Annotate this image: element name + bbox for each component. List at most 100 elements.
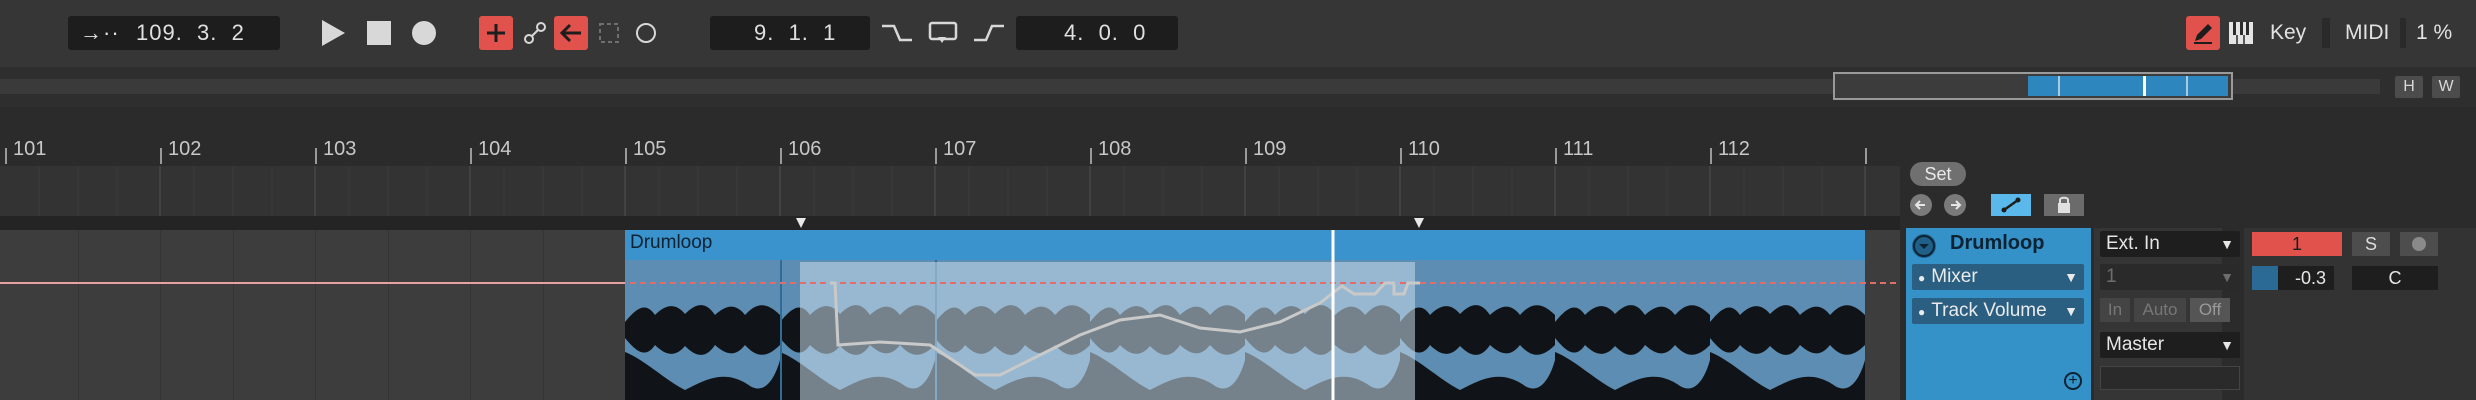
dropdown-arrow-icon: ▼	[2064, 303, 2078, 319]
dropdown-arrow-icon: ▼	[2220, 236, 2234, 252]
pencil-icon	[2194, 24, 2212, 44]
bar-number: 108	[1098, 138, 1132, 160]
re-enable-automation-button[interactable]	[554, 16, 588, 50]
output-channel-chooser[interactable]	[2100, 366, 2240, 390]
track-title-panel[interactable]: Drumloop ● Mixer ▼ ● Track Volume ▼ +	[1906, 228, 2091, 400]
volume-fill	[2252, 266, 2278, 290]
play-button[interactable]	[316, 16, 350, 50]
key-map-button[interactable]: Key	[2270, 16, 2306, 50]
bar-number: 105	[633, 138, 667, 160]
follow-icon[interactable]: →··	[80, 16, 120, 50]
parameter-chooser-label: Track Volume	[1931, 300, 2047, 321]
automation-envelope[interactable]	[0, 230, 1900, 400]
computer-midi-keyboard-button[interactable]	[2224, 16, 2258, 50]
record-button[interactable]	[406, 16, 442, 50]
punch-in-button[interactable]	[876, 16, 918, 50]
optimize-width-button[interactable]: W	[2432, 76, 2460, 98]
loop-brace	[796, 218, 1424, 228]
punch-out-icon	[974, 24, 1004, 42]
fold-track-button[interactable]	[1912, 234, 1936, 258]
loop-icon	[928, 21, 958, 43]
loop-length-field[interactable]: 4. 0. 0	[1016, 16, 1178, 50]
mixer-section: 1 S -0.3 C	[2244, 228, 2476, 400]
beat-time-ruler[interactable]: 101 102 103 104 105 106 107 108 109 110 …	[0, 138, 1900, 164]
arrow-left-icon	[1914, 200, 1925, 210]
stop-icon	[367, 21, 391, 45]
capture-icon	[599, 23, 619, 43]
pan-field[interactable]: C	[2352, 266, 2438, 290]
arrangement-position-value: 109. 3. 2	[136, 20, 245, 45]
bar-number: 110	[1408, 138, 1440, 160]
overview-playhead	[2143, 76, 2146, 96]
arrangement-position-field[interactable]: →·· 109. 3. 2	[68, 16, 280, 50]
track-io-panel: Drumloop ● Mixer ▼ ● Track Volume ▼ + Ext.…	[1906, 228, 2476, 400]
monitor-off-button[interactable]: Off	[2190, 298, 2230, 322]
input-type-label: Ext. In	[2106, 233, 2160, 254]
arrow-right-icon	[1951, 200, 1962, 210]
midi-indicator	[2400, 18, 2406, 48]
session-record-button[interactable]	[630, 16, 662, 50]
bar-tick	[935, 148, 937, 164]
solo-button[interactable]: S	[2352, 232, 2390, 256]
midi-map-button[interactable]: MIDI	[2345, 16, 2389, 50]
loop-start-field[interactable]: 9. 1. 1	[710, 16, 870, 50]
bar-number: 112	[1718, 138, 1750, 160]
lock-envelopes-button[interactable]	[2044, 194, 2084, 216]
overview-marker	[2186, 76, 2188, 96]
bar-tick	[5, 148, 7, 164]
input-channel-chooser[interactable]: 1 ▼	[2100, 264, 2240, 290]
dropdown-arrow-icon: ▼	[2220, 269, 2234, 285]
automation-mode-button[interactable]	[1991, 194, 2031, 216]
input-type-chooser[interactable]: Ext. In ▼	[2100, 231, 2240, 257]
bar-tick	[160, 148, 162, 164]
set-locator-button[interactable]: Set	[1910, 162, 1966, 186]
bar-tick	[1245, 148, 1247, 164]
arm-button[interactable]	[2400, 232, 2438, 256]
output-type-chooser[interactable]: Master ▼	[2100, 332, 2240, 358]
key-indicator	[2322, 18, 2330, 48]
chevron-down-icon	[1913, 235, 1935, 257]
ableton-live-window: →·· 109. 3. 2 9. 1. 1 4. 0. 0 Key MIDI 1…	[0, 0, 2476, 400]
bar-tick	[470, 148, 472, 164]
capture-midi-button[interactable]	[593, 16, 625, 50]
punch-in-icon	[882, 24, 912, 42]
back-arrow-icon	[559, 23, 581, 43]
track-activator-button[interactable]: 1	[2252, 232, 2342, 256]
next-locator-button[interactable]	[1944, 194, 1966, 216]
parameter-chooser[interactable]: ● Track Volume ▼	[1912, 298, 2084, 324]
previous-locator-button[interactable]	[1910, 194, 1932, 216]
dropdown-arrow-icon: ▼	[2064, 269, 2078, 285]
bar-tick	[1090, 148, 1092, 164]
monitor-auto-button[interactable]: Auto	[2134, 298, 2186, 322]
input-channel-label: 1	[2106, 266, 2117, 287]
automation-arm-icon	[524, 22, 546, 44]
device-chooser[interactable]: ● Mixer ▼	[1912, 264, 2084, 290]
bar-tick	[1865, 148, 1867, 164]
arrangement-overdub-button[interactable]	[479, 16, 513, 50]
loop-length-value: 4. 0. 0	[1064, 20, 1147, 45]
bar-number: 111	[1563, 138, 1594, 160]
plus-icon	[487, 24, 505, 42]
bar-tick	[315, 148, 317, 164]
monitor-in-button[interactable]: In	[2100, 298, 2130, 322]
bar-tick	[1710, 148, 1712, 164]
locator-grid	[38, 166, 1866, 216]
track-name: Drumloop	[1950, 232, 2045, 254]
ruler-spacer	[0, 107, 2476, 138]
loop-brace-lane[interactable]	[0, 216, 1900, 230]
play-icon	[322, 20, 345, 46]
optimize-height-button[interactable]: H	[2395, 76, 2423, 98]
punch-out-button[interactable]	[968, 16, 1010, 50]
draw-mode-button[interactable]	[2186, 16, 2220, 50]
add-automation-lane-button[interactable]: +	[2064, 372, 2082, 390]
loop-switch-button[interactable]	[922, 16, 964, 50]
bar-number: 103	[323, 138, 357, 160]
bar-number: 106	[788, 138, 822, 160]
stop-button[interactable]	[362, 16, 396, 50]
dot-icon: ●	[1918, 305, 1926, 319]
dot-icon: ●	[1918, 271, 1926, 285]
locator-lane[interactable]	[0, 166, 1900, 216]
arrangement-overview[interactable]: H W	[0, 67, 2476, 107]
automation-arm-button[interactable]	[518, 16, 552, 50]
loop-start-value: 9. 1. 1	[754, 20, 837, 45]
